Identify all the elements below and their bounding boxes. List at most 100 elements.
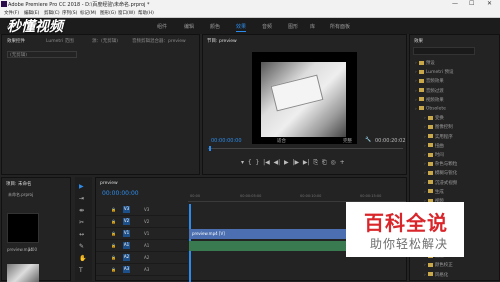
program-duration: 00:00:20:02 — [375, 138, 406, 144]
effects-list-item[interactable]: › 视频效果 — [415, 97, 444, 103]
chevron-right-icon[interactable]: › — [424, 181, 426, 186]
chevron-right-icon[interactable]: › — [424, 125, 426, 130]
lock-icon[interactable]: 🔒 — [111, 243, 116, 248]
minimize-button[interactable]: — — [452, 0, 458, 7]
effects-list-item[interactable]: › 实用程序 — [424, 134, 453, 140]
hand-tool-icon[interactable]: ✋ — [79, 255, 86, 262]
effects-search-input[interactable] — [413, 47, 475, 55]
track-header-v2[interactable]: 🔒 V2 V2 — [96, 216, 188, 228]
effects-list-item[interactable]: › 预设 — [415, 60, 435, 66]
chevron-right-icon[interactable]: › — [424, 144, 426, 149]
close-button[interactable]: ✕ — [487, 0, 492, 7]
workspace-audio[interactable]: 音频 — [262, 23, 272, 30]
track-target[interactable]: A3 — [123, 266, 130, 273]
lock-icon[interactable]: 🔒 — [111, 207, 116, 212]
program-playhead[interactable] — [209, 146, 211, 151]
selection-tool-icon[interactable]: ▶ — [79, 183, 84, 190]
track-header-a3[interactable]: 🔒 A3 A3 — [96, 264, 188, 276]
effects-list-item[interactable]: › 音频过渡 — [415, 88, 444, 94]
chevron-right-icon[interactable]: › — [424, 153, 426, 158]
lock-icon[interactable]: 🔒 — [111, 267, 116, 272]
chevron-right-icon[interactable]: › — [424, 273, 426, 278]
tab-source[interactable]: 源：(无剪辑) — [92, 38, 118, 44]
tab-audio-clip-mixer[interactable]: 音频剪辑混合器：preview — [132, 38, 186, 44]
timeline-timecode[interactable]: 00:00:00:00 — [102, 190, 139, 197]
clip-select-dropdown[interactable]: (无剪辑) — [7, 51, 77, 58]
chevron-right-icon[interactable]: › — [424, 263, 426, 268]
slip-tool-icon[interactable]: ↔ — [79, 231, 84, 238]
workspace-effects[interactable]: 效果 — [236, 23, 247, 32]
chevron-right-icon[interactable]: › — [415, 98, 417, 103]
chevron-right-icon[interactable]: › — [415, 79, 417, 84]
razor-tool-icon[interactable]: ✂ — [79, 219, 84, 226]
workspace-libraries[interactable]: 库 — [310, 23, 315, 30]
menu-window[interactable]: 窗口(W) — [118, 10, 135, 16]
effects-list-item[interactable]: › Obsolete — [415, 106, 446, 112]
program-scrubber[interactable] — [208, 148, 403, 149]
folder-icon — [418, 69, 424, 74]
ripple-edit-tool-icon[interactable]: ⇹ — [79, 207, 84, 214]
chevron-right-icon[interactable]: › — [424, 135, 426, 140]
effects-list-item[interactable]: › 变换 — [424, 115, 444, 121]
workspace-assembly[interactable]: 组件 — [157, 23, 167, 30]
track-header-v1[interactable]: 🔒 V1 V1 — [96, 228, 188, 240]
tab-effect-controls[interactable]: 效果控件 — [7, 38, 25, 44]
effects-list-item[interactable]: › 时间 — [424, 152, 444, 158]
track-target[interactable]: V3 — [123, 206, 130, 213]
wrench-icon[interactable]: 🔧 — [365, 137, 371, 143]
track-select-tool-icon[interactable]: ⇥ — [79, 195, 84, 202]
workspace-all-panels[interactable]: 所有面板 — [330, 23, 350, 30]
track-target[interactable]: V2 — [123, 218, 130, 225]
folder-icon — [418, 60, 424, 65]
effects-list-item[interactable]: › 沉浸式视频 — [424, 180, 457, 186]
lock-icon[interactable]: 🔒 — [111, 255, 116, 260]
effects-list-item[interactable]: › 颜色校正 — [424, 262, 453, 268]
fit-dropdown[interactable]: 适合 — [277, 138, 286, 144]
audio-clip[interactable] — [189, 241, 349, 251]
track-header-v3[interactable]: 🔒 V3 V3 — [96, 204, 188, 216]
lock-icon[interactable]: 🔒 — [111, 219, 116, 224]
program-timecode[interactable]: 00:00:00:00 — [211, 138, 242, 144]
sequence-thumbnail[interactable] — [7, 264, 39, 282]
effects-list-item[interactable]: › 杂色与颗粒 — [424, 161, 457, 167]
workspace-graphics[interactable]: 图形 — [288, 23, 298, 30]
effects-list-label: 颜色校正 — [434, 263, 453, 269]
chevron-right-icon[interactable]: › — [415, 107, 417, 112]
quality-dropdown[interactable]: 完整 — [343, 138, 352, 144]
effects-list-item[interactable]: › 风格化 — [424, 272, 448, 278]
track-target[interactable]: A1 — [123, 242, 130, 249]
project-file-name: 未命名.prproj — [8, 192, 34, 197]
chevron-right-icon[interactable]: › — [424, 171, 426, 176]
workspace-color[interactable]: 颜色 — [210, 23, 220, 30]
effects-list-label: 预设 — [425, 61, 435, 66]
effects-list-item[interactable]: › Lumetri 预设 — [415, 69, 454, 75]
chevron-right-icon[interactable]: › — [424, 162, 426, 167]
maximize-button[interactable]: ☐ — [469, 0, 474, 7]
effects-list-label: 杂色与颗粒 — [434, 162, 458, 168]
transport-controls[interactable]: ▾ { } |◀ ◀| ▶ |▶ ▶| ⎘ ⎗ ◎ + — [241, 159, 345, 167]
effects-list-item[interactable]: › 模糊与锐化 — [424, 170, 457, 176]
track-target[interactable]: A2 — [123, 254, 130, 261]
workspace-editing[interactable]: 编辑 — [184, 23, 194, 30]
tab-lumetri-scopes[interactable]: Lumetri 范围 — [46, 38, 74, 44]
timeline-ruler[interactable]: 00:00 00:00:05:00 00:00:10:00 00:00:15:0… — [188, 192, 406, 202]
track-header-a2[interactable]: 🔒 A2 A2 — [96, 252, 188, 264]
track-target[interactable]: V1 — [123, 230, 130, 237]
menu-help[interactable]: 帮助(H) — [138, 10, 154, 16]
chevron-right-icon[interactable]: › — [415, 70, 417, 75]
clip-thumbnail[interactable] — [7, 213, 39, 243]
chevron-right-icon[interactable]: › — [415, 89, 417, 94]
track-name: A3 — [144, 267, 150, 272]
chevron-right-icon[interactable]: › — [424, 190, 426, 195]
effects-list-item[interactable]: › 扭曲 — [424, 143, 444, 149]
lock-icon[interactable]: 🔒 — [111, 231, 116, 236]
effects-list-item[interactable]: › 生成 — [424, 189, 444, 195]
type-tool-icon[interactable]: T — [79, 267, 83, 274]
track-header-a1[interactable]: 🔒 A1 A1 — [96, 240, 188, 252]
chevron-right-icon[interactable]: › — [424, 116, 426, 121]
effects-list-item[interactable]: › 图像控制 — [424, 124, 453, 130]
effects-list-item[interactable]: › 音频效果 — [415, 78, 444, 84]
pen-tool-icon[interactable]: ✎ — [79, 243, 84, 250]
video-clip[interactable]: preview.mp4 [V] — [189, 229, 349, 239]
chevron-right-icon[interactable]: › — [415, 61, 417, 66]
